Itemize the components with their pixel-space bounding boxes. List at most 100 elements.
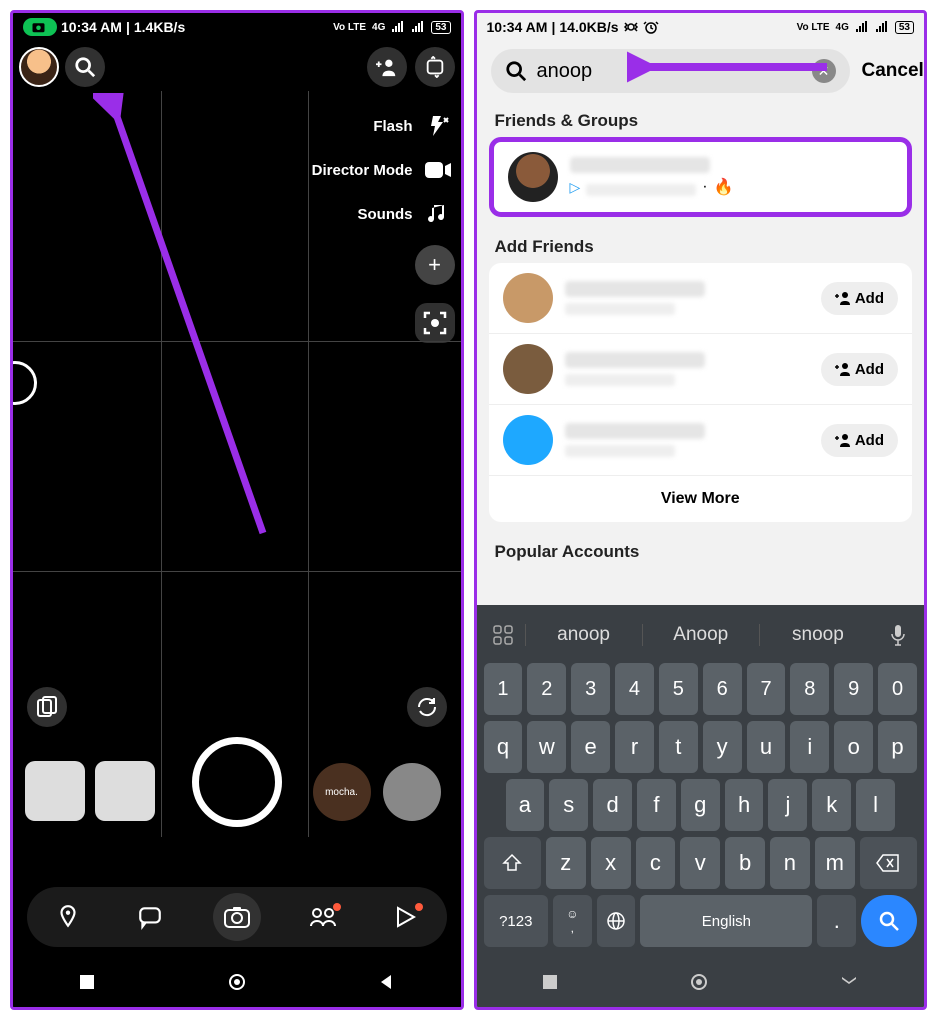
nav-stories[interactable]	[303, 897, 343, 937]
search-box[interactable]: ✕	[491, 49, 850, 93]
user-sub-redacted	[565, 445, 675, 457]
system-nav	[13, 957, 461, 1007]
sys-home[interactable]	[227, 972, 247, 992]
memory-thumb-1[interactable]	[25, 761, 85, 821]
memories-button[interactable]	[27, 687, 67, 727]
key-4[interactable]: 4	[615, 663, 654, 715]
key-u[interactable]: u	[747, 721, 786, 773]
key-l[interactable]: l	[856, 779, 895, 831]
add-button[interactable]: Add	[821, 353, 898, 386]
lens-mocha[interactable]: mocha.	[313, 763, 371, 821]
key-6[interactable]: 6	[703, 663, 742, 715]
add-button[interactable]: Add	[821, 282, 898, 315]
key-space[interactable]: English	[640, 895, 812, 947]
sys-back[interactable]	[377, 973, 395, 991]
key-shift[interactable]	[484, 837, 541, 889]
key-5[interactable]: 5	[659, 663, 698, 715]
suggestion-3[interactable]: snoop	[759, 624, 876, 646]
key-language[interactable]	[597, 895, 636, 947]
search-input[interactable]	[537, 60, 802, 83]
key-a[interactable]: a	[506, 779, 545, 831]
nav-chat[interactable]	[130, 897, 170, 937]
key-f[interactable]: f	[637, 779, 676, 831]
nav-spotlight[interactable]	[385, 897, 425, 937]
grid-icon	[493, 625, 513, 645]
clear-search-button[interactable]: ✕	[812, 59, 836, 83]
key-2[interactable]: 2	[527, 663, 566, 715]
key-g[interactable]: g	[681, 779, 720, 831]
key-j[interactable]: j	[768, 779, 807, 831]
key-o[interactable]: o	[834, 721, 873, 773]
key-7[interactable]: 7	[747, 663, 786, 715]
cancel-button[interactable]: Cancel	[862, 60, 924, 82]
key-i[interactable]: i	[790, 721, 829, 773]
suggestion-2[interactable]: Anoop	[642, 624, 759, 646]
sys-recents[interactable]	[78, 973, 96, 991]
profile-avatar[interactable]	[19, 47, 59, 87]
key-q[interactable]: q	[484, 721, 523, 773]
battery-indicator: 53	[431, 21, 450, 34]
key-m[interactable]: m	[815, 837, 855, 889]
sys-recents[interactable]	[542, 974, 558, 990]
user-avatar	[503, 273, 553, 323]
key-backspace[interactable]	[860, 837, 917, 889]
key-r[interactable]: r	[615, 721, 654, 773]
key-k[interactable]: k	[812, 779, 851, 831]
key-z[interactable]: z	[546, 837, 586, 889]
key-1[interactable]: 1	[484, 663, 523, 715]
key-c[interactable]: c	[636, 837, 676, 889]
key-symbols[interactable]: ?123	[484, 895, 549, 947]
key-y[interactable]: y	[703, 721, 742, 773]
key-3[interactable]: 3	[571, 663, 610, 715]
key-9[interactable]: 9	[834, 663, 873, 715]
key-h[interactable]: h	[725, 779, 764, 831]
key-s[interactable]: s	[549, 779, 588, 831]
add-friends-section-title: Add Friends	[477, 227, 925, 263]
sounds-button[interactable]	[421, 197, 455, 231]
add-friend-button[interactable]	[367, 47, 407, 87]
more-options-button[interactable]: +	[415, 245, 455, 285]
suggested-user-row[interactable]: Add	[489, 334, 913, 405]
camera-viewfinder[interactable]: Flash Director Mode Sounds +	[13, 41, 461, 1007]
search-button[interactable]	[65, 47, 105, 87]
flash-button[interactable]	[421, 109, 455, 143]
view-more-button[interactable]: View More	[489, 476, 913, 522]
nav-camera[interactable]	[213, 893, 261, 941]
add-button[interactable]: Add	[821, 424, 898, 457]
flip-camera-button[interactable]	[415, 47, 455, 87]
key-8[interactable]: 8	[790, 663, 829, 715]
flash-label: Flash	[373, 118, 412, 135]
lens-option-2[interactable]	[383, 763, 441, 821]
sys-home[interactable]	[689, 972, 709, 992]
shutter-button[interactable]	[192, 737, 282, 827]
key-search[interactable]	[861, 895, 917, 947]
scan-button[interactable]	[415, 303, 455, 343]
key-0[interactable]: 0	[878, 663, 917, 715]
sounds-label: Sounds	[358, 206, 413, 223]
nav-map[interactable]	[48, 897, 88, 937]
kb-grid-button[interactable]	[481, 625, 525, 645]
suggested-user-row[interactable]: Add	[489, 405, 913, 476]
key-d[interactable]: d	[593, 779, 632, 831]
key-e[interactable]: e	[571, 721, 610, 773]
key-period[interactable]: .	[817, 895, 856, 947]
key-emoji[interactable]: ☺,	[553, 895, 592, 947]
key-p[interactable]: p	[878, 721, 917, 773]
user-avatar	[503, 415, 553, 465]
status-time: 10:34 AM	[487, 19, 548, 35]
sys-back[interactable]	[840, 975, 858, 989]
key-v[interactable]: v	[680, 837, 720, 889]
key-n[interactable]: n	[770, 837, 810, 889]
lens-explorer-button[interactable]	[407, 687, 447, 727]
kb-mic-button[interactable]	[876, 624, 920, 646]
suggestion-1[interactable]: anoop	[525, 624, 642, 646]
key-b[interactable]: b	[725, 837, 765, 889]
key-w[interactable]: w	[527, 721, 566, 773]
status-time: 10:34 AM	[61, 19, 122, 35]
key-x[interactable]: x	[591, 837, 631, 889]
memory-thumb-2[interactable]	[95, 761, 155, 821]
key-t[interactable]: t	[659, 721, 698, 773]
suggested-user-row[interactable]: Add	[489, 263, 913, 334]
director-mode-button[interactable]	[421, 153, 455, 187]
friend-result-card[interactable]: ▷ · 🔥	[489, 137, 913, 217]
